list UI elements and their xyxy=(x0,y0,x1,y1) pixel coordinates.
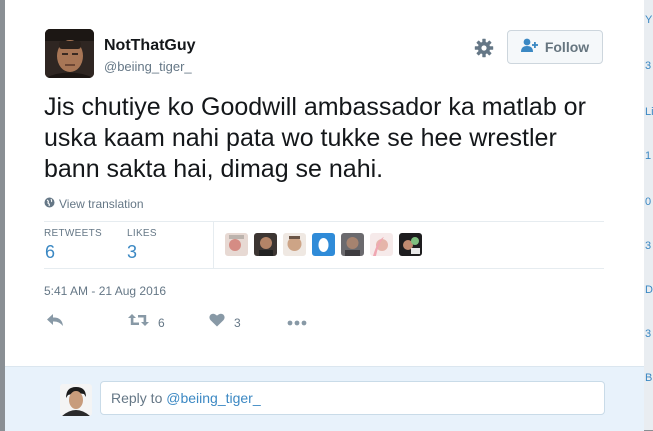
edge-glyph: 0 xyxy=(645,196,652,208)
tweet-text: Jis chutiye ko Goodwill ambassador ka ma… xyxy=(44,93,586,183)
reply-action[interactable] xyxy=(46,313,65,332)
liker-avatar[interactable] xyxy=(283,233,306,256)
tweet-card: NotThatGuy @beiing_tiger_ Follow Jis chu… xyxy=(5,0,644,431)
heart-icon xyxy=(209,313,225,332)
author-handle[interactable]: @beiing_tiger_ xyxy=(104,59,192,74)
globe-icon xyxy=(44,197,55,211)
retweet-action-count: 6 xyxy=(158,315,165,330)
liker-avatars xyxy=(225,233,422,256)
follow-label: Follow xyxy=(544,39,590,55)
liker-avatar[interactable] xyxy=(254,233,277,256)
liker-avatar[interactable] xyxy=(341,233,364,256)
retweets-label: RETWEETS xyxy=(44,228,102,239)
edge-glyph: Y xyxy=(645,14,653,26)
author-name[interactable]: NotThatGuy xyxy=(104,37,196,55)
view-translation-link[interactable]: View translation xyxy=(44,197,144,211)
edge-glyph: 3 xyxy=(645,60,652,72)
edge-glyph: 3 xyxy=(645,328,652,340)
reply-icon xyxy=(46,313,65,332)
follow-button[interactable]: Follow xyxy=(507,30,603,64)
liker-avatar[interactable] xyxy=(370,233,393,256)
tweet-timestamp[interactable]: 5:41 AM - 21 Aug 2016 xyxy=(44,284,166,298)
divider xyxy=(44,221,604,222)
stats-separator xyxy=(213,222,214,268)
retweets-count[interactable]: 6 xyxy=(45,242,55,263)
reply-input[interactable]: Reply to @beiing_tiger_ xyxy=(100,381,605,415)
edge-glyph: D xyxy=(645,284,653,296)
like-action-count: 3 xyxy=(234,315,241,330)
likes-label: LIKES xyxy=(127,228,157,239)
retweet-action[interactable]: 6 xyxy=(128,313,165,332)
edge-glyph: Li xyxy=(645,106,653,118)
current-user-avatar xyxy=(60,384,92,416)
liker-avatar[interactable] xyxy=(225,233,248,256)
edge-glyph: B xyxy=(645,372,653,384)
retweet-icon xyxy=(128,313,149,332)
background-page-strip: Y 3 Li 1 0 3 D 3 B xyxy=(644,0,653,430)
liker-avatar[interactable] xyxy=(399,233,422,256)
gear-icon[interactable] xyxy=(474,38,494,58)
divider xyxy=(44,268,604,269)
likes-count[interactable]: 3 xyxy=(127,242,137,263)
liker-avatar[interactable] xyxy=(312,233,335,256)
add-user-icon xyxy=(520,38,539,57)
edge-glyph: 1 xyxy=(645,150,652,162)
reply-area: Reply to @beiing_tiger_ xyxy=(5,366,644,431)
edge-glyph: 3 xyxy=(645,240,652,252)
reply-placeholder: Reply to xyxy=(111,390,167,406)
reply-mention: @beiing_tiger_ xyxy=(166,390,261,406)
author-avatar[interactable] xyxy=(45,29,94,78)
more-dots-icon xyxy=(287,313,307,331)
like-action[interactable]: 3 xyxy=(209,313,241,332)
more-action[interactable] xyxy=(287,313,307,331)
view-translation-label: View translation xyxy=(59,197,144,211)
